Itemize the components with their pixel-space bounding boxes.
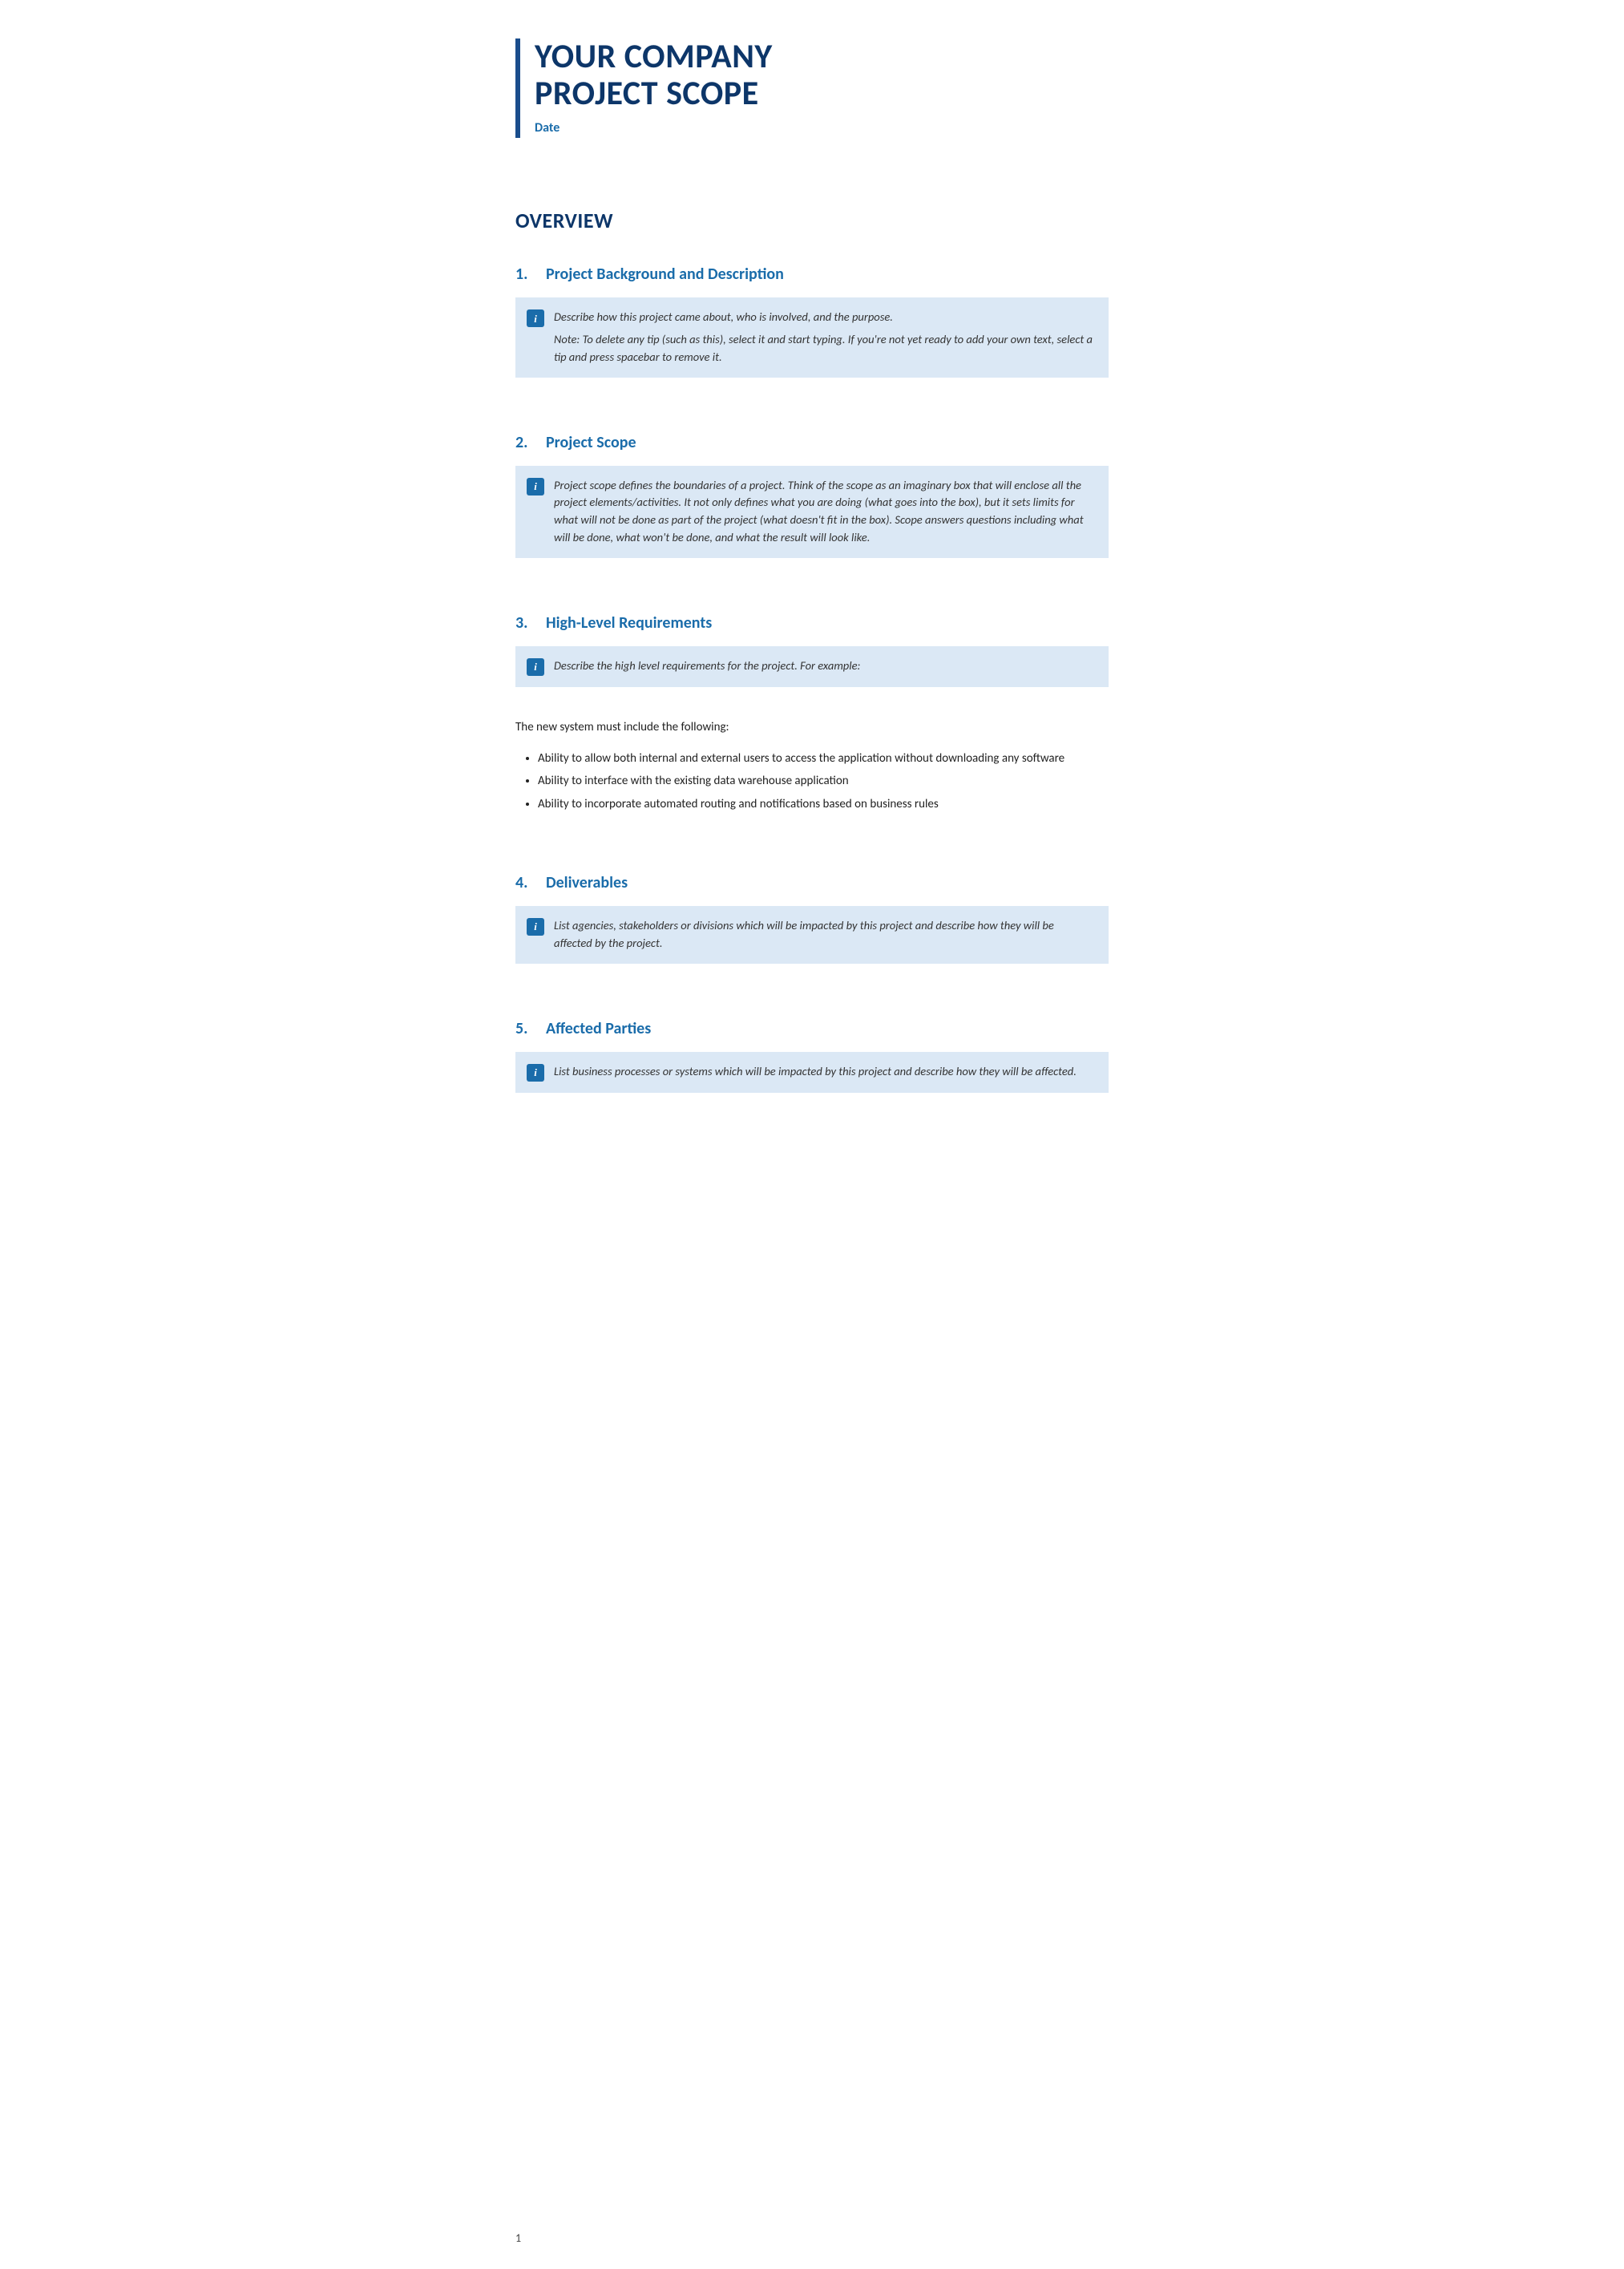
section-number: 3. xyxy=(515,611,538,635)
section-number: 4. xyxy=(515,871,538,895)
tip-box-5: i List business processes or systems whic… xyxy=(515,1052,1109,1093)
document-header: YOUR COMPANY PROJECT SCOPE Date xyxy=(515,38,1109,138)
main-title: YOUR COMPANY PROJECT SCOPE xyxy=(535,38,1109,112)
section-heading-4: 4. Deliverables xyxy=(515,871,1109,895)
page-number: 1 xyxy=(515,2231,521,2245)
section-title: Project Scope xyxy=(546,431,636,455)
info-icon: i xyxy=(527,918,544,936)
section-heading-3: 3. High-Level Requirements xyxy=(515,611,1109,635)
list-item: Ability to incorporate automated routing… xyxy=(538,795,1109,814)
tip-box-3: i Describe the high level requirements fo… xyxy=(515,646,1109,687)
overview-section: OVERVIEW xyxy=(515,176,1109,237)
tip-line: Project scope defines the boundaries of … xyxy=(554,477,1094,547)
section-title: Project Background and Description xyxy=(546,262,784,286)
tip-text-1: Describe how this project came about, wh… xyxy=(554,309,1094,366)
tip-line: Describe the high level requirements for… xyxy=(554,657,860,675)
bullet-list-3: Ability to allow both internal and exter… xyxy=(538,750,1109,814)
info-icon: i xyxy=(527,309,544,327)
tip-line: List business processes or systems which… xyxy=(554,1063,1077,1081)
info-icon: i xyxy=(527,1064,544,1082)
tip-line: Describe how this project came about, wh… xyxy=(554,309,1094,326)
tip-text-4: List agencies, stakeholders or divisions… xyxy=(554,917,1094,952)
list-item: Ability to interface with the existing d… xyxy=(538,772,1109,791)
section-title: High-Level Requirements xyxy=(546,611,712,635)
document-page: YOUR COMPANY PROJECT SCOPE Date OVERVIEW… xyxy=(467,0,1157,2269)
section-number: 2. xyxy=(515,431,538,455)
section-heading-2: 2. Project Scope xyxy=(515,431,1109,455)
body-text-3: The new system must include the followin… xyxy=(515,718,1109,737)
info-icon: i xyxy=(527,478,544,495)
section-number: 1. xyxy=(515,262,538,286)
section-1: 1. Project Background and Description i Des… xyxy=(515,262,1109,404)
page-footer: 1 xyxy=(515,2230,521,2247)
section-5: 5. Affected Parties i List business process… xyxy=(515,1017,1109,1120)
section-heading-5: 5. Affected Parties xyxy=(515,1017,1109,1041)
section-4: 4. Deliverables i List agencies, stakeholde… xyxy=(515,871,1109,991)
list-item: Ability to allow both internal and exter… xyxy=(538,750,1109,768)
tip-text-5: List business processes or systems which… xyxy=(554,1063,1077,1081)
tip-line: List agencies, stakeholders or divisions… xyxy=(554,917,1094,952)
section-number: 5. xyxy=(515,1017,538,1041)
tip-box-1: i Describe how this project came about, w… xyxy=(515,297,1109,377)
date-label: Date xyxy=(535,119,1109,138)
section-title: Deliverables xyxy=(546,871,628,895)
tip-text-3: Describe the high level requirements for… xyxy=(554,657,860,675)
info-icon: i xyxy=(527,658,544,676)
section-3: 3. High-Level Requirements i Describe the h… xyxy=(515,611,1109,846)
tip-line: Note: To delete any tip (such as this), … xyxy=(554,331,1094,366)
tip-box-2: i Project scope defines the boundaries of… xyxy=(515,466,1109,558)
section-heading-1: 1. Project Background and Description xyxy=(515,262,1109,286)
tip-box-4: i List agencies, stakeholders or division… xyxy=(515,906,1109,964)
sections-container: 1. Project Background and Description i Des… xyxy=(515,262,1109,1119)
section-2: 2. Project Scope i Project scope defines th… xyxy=(515,431,1109,585)
tip-text-2: Project scope defines the boundaries of … xyxy=(554,477,1094,547)
section-title: Affected Parties xyxy=(546,1017,651,1041)
overview-title: OVERVIEW xyxy=(515,205,1109,237)
